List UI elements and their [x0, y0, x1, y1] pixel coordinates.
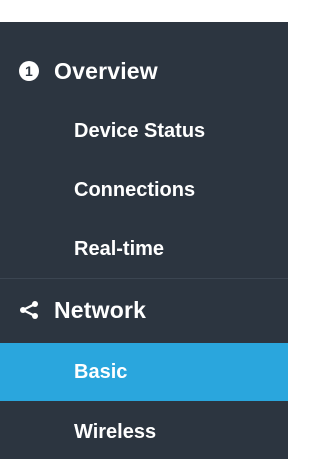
sidebar-item-label: Real-time — [74, 237, 165, 260]
sidebar-item-label: Device Status — [74, 119, 206, 142]
sidebar-section-label: Network — [54, 296, 147, 323]
sidebar-item-label: Basic — [74, 360, 128, 383]
section-divider — [0, 278, 288, 279]
share-icon — [18, 299, 40, 321]
sidebar-item-real-time[interactable]: Real-time — [0, 220, 288, 278]
info-icon: 1 — [18, 60, 40, 82]
sidebar-section-label: Overview — [54, 57, 158, 84]
sidebar-item-basic[interactable]: Basic — [0, 343, 288, 401]
sidebar-section-overview[interactable]: 1 Overview — [0, 42, 288, 100]
sidebar-nav: 1 Overview Device Status Connections Rea… — [0, 22, 288, 459]
sidebar-item-device-status[interactable]: Device Status — [0, 102, 288, 160]
sidebar-section-network[interactable]: Network — [0, 281, 288, 339]
sidebar-item-wireless[interactable]: Wireless — [0, 403, 288, 461]
svg-text:1: 1 — [25, 63, 33, 79]
sidebar-item-connections[interactable]: Connections — [0, 161, 288, 219]
sidebar-item-label: Connections — [74, 178, 196, 201]
sidebar-item-label: Wireless — [74, 420, 157, 443]
